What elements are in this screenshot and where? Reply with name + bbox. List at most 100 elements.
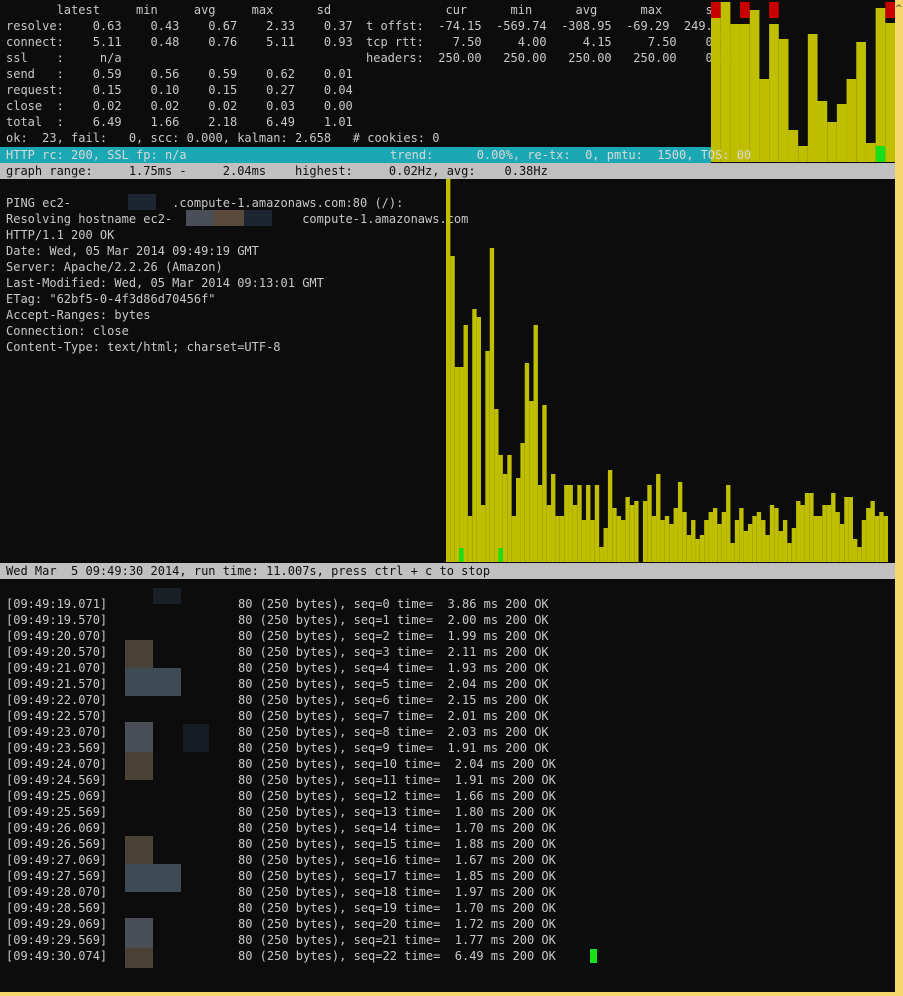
graph-bar	[459, 367, 464, 562]
graph-bar	[502, 474, 508, 562]
log-message: 80 (250 bytes), seq=0 time= 3.86 ms 200 …	[238, 597, 549, 611]
trend-status-text: trend: 0.00%, re-tx: 0, pmtu: 1500, TOS:…	[390, 148, 752, 162]
graph-bar	[717, 524, 722, 562]
graph-bar	[865, 143, 876, 162]
runtime-text: Wed Mar 5 09:49:30 2014, run time: 11.00…	[6, 564, 491, 578]
graph-bar	[870, 501, 875, 562]
graph-bar	[782, 520, 788, 562]
http-status-bar: HTTP rc: 200, SSL fp: n/a trend: 0.00%, …	[0, 147, 751, 163]
graph-bar	[726, 485, 731, 562]
graph-error-marker	[740, 2, 750, 18]
graph-bar	[747, 524, 753, 562]
graph-bar	[542, 405, 547, 562]
graph-bar	[669, 524, 674, 562]
graph-bar	[520, 443, 525, 562]
graph-bar	[885, 23, 895, 162]
log-message: 80 (250 bytes), seq=19 time= 1.70 ms 200…	[238, 901, 556, 915]
log-timestamp: [09:49:25.069]	[6, 789, 108, 803]
graph-bar	[774, 508, 779, 562]
graph-bar	[740, 24, 750, 162]
graph-bar	[642, 501, 648, 562]
graph-bar	[664, 516, 670, 562]
graph-range-text: graph range: 1.75ms - 2.04ms highest: 0.…	[6, 164, 548, 178]
log-message: 80 (250 bytes), seq=20 time= 1.72 ms 200…	[238, 917, 556, 931]
graph-bar	[651, 516, 657, 562]
graph-bar	[856, 42, 866, 162]
log-message: 80 (250 bytes), seq=10 time= 2.04 ms 200…	[238, 757, 556, 771]
graph-bar	[730, 543, 735, 562]
graph-bar	[599, 547, 604, 562]
scroll-up-icon[interactable]: ^	[895, 4, 903, 14]
log-timestamp: [09:49:20.570]	[6, 645, 108, 659]
graph-bar	[712, 508, 718, 562]
log-timestamp: [09:49:30.074]	[6, 949, 108, 963]
stats-header-right: cur min avg max sd	[366, 3, 721, 17]
graph-bar	[761, 520, 766, 562]
graph-bar	[454, 367, 460, 562]
log-message: 80 (250 bytes), seq=17 time= 1.85 ms 200…	[238, 869, 556, 883]
graph-bar	[866, 508, 871, 562]
header-connection: Connection: close	[6, 324, 129, 338]
graph-bar	[481, 505, 486, 562]
graph-bar	[846, 79, 857, 162]
graph-bar	[537, 485, 543, 562]
graph-bar	[836, 104, 847, 162]
graph-bar	[634, 501, 639, 562]
log-timestamp: [09:49:22.070]	[6, 693, 108, 707]
graph-bar	[765, 535, 770, 562]
log-message: 80 (250 bytes), seq=18 time= 1.97 ms 200…	[238, 885, 556, 899]
graph-error-marker	[711, 2, 721, 18]
graph-bar	[551, 474, 556, 562]
graph-bar	[879, 512, 884, 562]
graph-error-marker	[769, 2, 779, 18]
graph-bar	[612, 508, 617, 562]
graph-bar	[875, 8, 886, 162]
graph-bar	[831, 493, 836, 562]
graph-bar	[817, 516, 823, 562]
log-timestamp: [09:49:27.069]	[6, 853, 108, 867]
graph-ok-marker	[498, 548, 503, 562]
header-etag: ETag: "62bf5-0-4f3d86d70456f"	[6, 292, 216, 306]
graph-bar	[778, 531, 783, 562]
graph-bar	[778, 39, 789, 162]
graph-bar	[594, 485, 600, 562]
graph-bar	[647, 485, 652, 562]
graph-bar	[813, 516, 818, 562]
graph-bar	[721, 512, 727, 562]
window-scrollbar[interactable]: ^	[895, 0, 903, 996]
redaction-block	[125, 752, 153, 780]
graph-bar	[555, 516, 560, 562]
log-timestamp: [09:49:28.070]	[6, 885, 108, 899]
log-timestamp: [09:49:28.569]	[6, 901, 108, 915]
stat-row-resolve: resolve: 0.63 0.43 0.67 2.33 0.37	[6, 19, 353, 33]
header-accept-ranges: Accept-Ranges: bytes	[6, 308, 151, 322]
redaction-block	[125, 668, 181, 696]
log-message: 80 (250 bytes), seq=16 time= 1.67 ms 200…	[238, 853, 556, 867]
graph-bar	[467, 516, 473, 562]
graph-bar	[524, 363, 530, 562]
graph-bar	[507, 455, 512, 562]
graph-bar	[616, 516, 622, 562]
log-message: 80 (250 bytes), seq=5 time= 2.04 ms 200 …	[238, 677, 549, 691]
graph-bar	[656, 474, 661, 562]
graph-range-bar: graph range: 1.75ms - 2.04ms highest: 0.…	[0, 163, 895, 179]
graph-ok-marker	[459, 548, 464, 562]
graph-bar	[673, 508, 678, 562]
log-message: 80 (250 bytes), seq=15 time= 1.88 ms 200…	[238, 837, 556, 851]
redaction-block	[128, 194, 156, 210]
redaction-block	[125, 864, 181, 892]
graph-bar	[759, 79, 770, 162]
graph-bar	[686, 535, 692, 562]
graph-bar	[743, 531, 748, 562]
graph-bar	[752, 516, 757, 562]
stat-row-total: total : 6.49 1.66 2.18 6.49 1.01	[6, 115, 353, 129]
log-message: 80 (250 bytes), seq=1 time= 2.00 ms 200 …	[238, 613, 549, 627]
stat-row-headers: headers: 250.00 250.00 250.00 250.00 0.0…	[366, 51, 735, 65]
redaction-block	[183, 724, 209, 752]
graph-bar	[516, 478, 521, 562]
log-message: 80 (250 bytes), seq=3 time= 2.11 ms 200 …	[238, 645, 549, 659]
header-date: Date: Wed, 05 Mar 2014 09:49:19 GMT	[6, 244, 259, 258]
graph-bar	[730, 24, 741, 162]
redaction-block	[153, 588, 181, 604]
header-server: Server: Apache/2.2.26 (Amazon)	[6, 260, 223, 274]
